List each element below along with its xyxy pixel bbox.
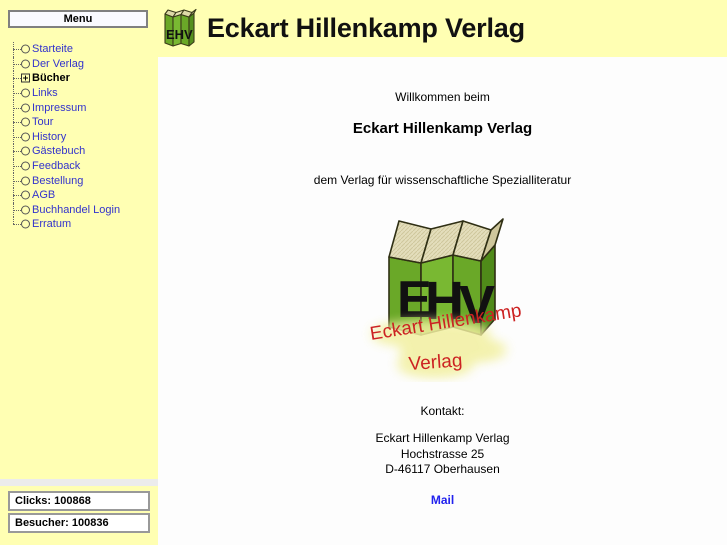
sidebar-item-tour[interactable]: Tour — [10, 114, 158, 130]
brand: EHV Eckart Hillenkamp Verlag — [161, 4, 525, 52]
page-title: Eckart Hillenkamp Verlag — [207, 12, 525, 43]
circle-node-icon — [21, 205, 30, 215]
visitors-counter: Besucher: 100836 — [8, 513, 150, 533]
welcome-title: Eckart Hillenkamp Verlag — [352, 120, 533, 137]
welcome-small-text: Willkommen beim — [395, 90, 490, 104]
sidebar-item-label: Links — [32, 87, 58, 100]
sidebar-item-starteite[interactable]: Starteite — [10, 42, 158, 57]
sidebar-item-feedback[interactable]: Feedback — [10, 158, 158, 174]
sidebar-nav-tree: Starteite Der Verlag Bücher Links Impres… — [10, 42, 158, 232]
sidebar-item-label: Impressum — [32, 101, 87, 114]
ehv-books-logo: E H V Eckart Hillenkamp Verlag — [353, 207, 533, 382]
sidebar-item-bestellung[interactable]: Bestellung — [10, 173, 158, 188]
sidebar-item-label: Feedback — [32, 160, 81, 173]
counters-panel: Clicks: 100868 Besucher: 100836 — [0, 486, 158, 545]
sidebar-item-erratum[interactable]: Erratum — [10, 217, 158, 232]
circle-node-icon — [21, 103, 30, 113]
sidebar-item-label: Starteite — [32, 43, 73, 56]
page-root: EHV Eckart Hillenkamp Verlag Menu Starte… — [0, 0, 727, 545]
circle-node-icon — [21, 146, 30, 156]
circle-node-icon — [21, 132, 30, 142]
circle-node-icon — [21, 219, 30, 229]
circle-node-icon — [21, 176, 30, 186]
sidebar-item-history[interactable]: History — [10, 129, 158, 145]
contact-line-1: Eckart Hillenkamp Verlag — [375, 431, 510, 445]
svg-text:EHV: EHV — [166, 27, 193, 42]
logo-caption-line2: Verlag — [407, 350, 462, 375]
main-content: Willkommen beim Eckart Hillenkamp Verlag… — [158, 57, 727, 545]
contact-line-2: Hochstrasse 25 — [400, 446, 485, 461]
sidebar-item-gaestebuch[interactable]: Gästebuch — [10, 144, 158, 159]
circle-node-icon — [21, 44, 30, 54]
mail-link[interactable]: Mail — [431, 493, 454, 507]
menu-header: Menu — [8, 10, 148, 28]
sidebar-item-impressum[interactable]: Impressum — [10, 100, 158, 115]
welcome-subtitle: dem Verlag für wissenschaftliche Spezial… — [313, 173, 572, 187]
sidebar-item-label: Buchhandel Login — [32, 203, 121, 216]
circle-node-icon — [21, 190, 30, 200]
sidebar-item-label: Erratum — [32, 218, 72, 231]
sidebar-item-buchhandel-login[interactable]: Buchhandel Login — [10, 202, 158, 218]
sidebar-item-label: History — [32, 130, 67, 143]
contact-heading: Kontakt: — [420, 404, 465, 418]
sidebar-item-label: Bücher — [32, 72, 70, 85]
sidebar-separator — [0, 479, 158, 486]
contact-line-3: D-46117 Oberhausen — [385, 462, 500, 476]
sidebar-item-der-verlag[interactable]: Der Verlag — [10, 56, 158, 72]
ehv-books-icon: EHV — [161, 7, 199, 49]
sidebar-item-label: Der Verlag — [32, 57, 84, 70]
circle-node-icon — [21, 88, 30, 98]
sidebar-item-label: Tour — [32, 116, 54, 129]
sidebar-item-buecher[interactable]: Bücher — [10, 71, 158, 86]
sidebar-item-agb[interactable]: AGB — [10, 187, 158, 203]
sidebar-item-links[interactable]: Links — [10, 85, 158, 101]
sidebar-item-label: Bestellung — [32, 174, 84, 187]
sidebar: Menu Starteite Der Verlag Bücher Links I… — [0, 0, 158, 479]
circle-node-icon — [21, 59, 30, 69]
plus-box-icon[interactable] — [21, 73, 30, 83]
sidebar-item-label: Gästebuch — [32, 145, 86, 158]
contact-address: Eckart Hillenkamp Verlag Hochstrasse 25 … — [158, 431, 727, 478]
circle-node-icon — [21, 117, 30, 127]
circle-node-icon — [21, 161, 30, 171]
clicks-counter: Clicks: 100868 — [8, 491, 150, 511]
sidebar-item-label: AGB — [32, 189, 56, 202]
